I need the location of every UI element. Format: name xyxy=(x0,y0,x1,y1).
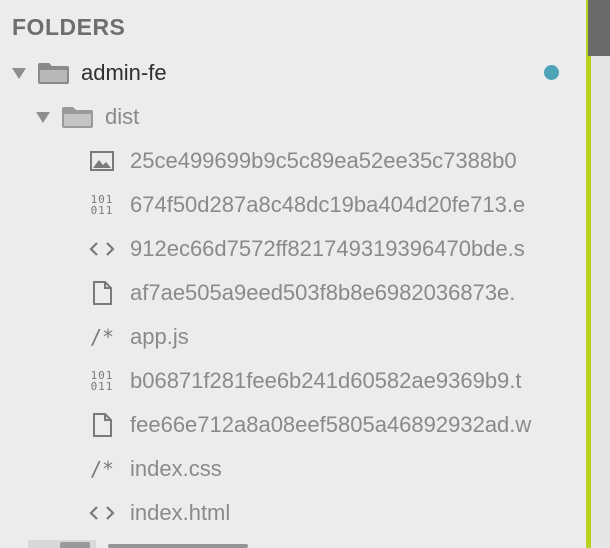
file-row[interactable]: 101 011 674f50d287a8c48dc19ba404d20fe713.… xyxy=(0,183,586,227)
scrollbar-track[interactable] xyxy=(591,0,610,548)
file-name: index.html xyxy=(130,500,231,525)
file-name: 25ce499699b9c5c89ea52ee35c7388b0 xyxy=(130,148,517,173)
file-row[interactable]: 912ec66d7572ff821749319396470bde.s xyxy=(0,227,586,271)
expand-arrow-icon[interactable] xyxy=(36,111,50,123)
binary-icon: 101 011 xyxy=(90,369,114,393)
image-icon xyxy=(88,151,116,171)
file-name: 912ec66d7572ff821749319396470bde.s xyxy=(130,236,525,261)
scrollbar-thumb[interactable] xyxy=(588,0,610,56)
folder-icon xyxy=(62,107,93,128)
file-name: index.css xyxy=(130,456,222,481)
file-name: af7ae505a9eed503f8b8e6982036873e. xyxy=(130,280,516,305)
file-row[interactable]: af7ae505a9eed503f8b8e6982036873e. xyxy=(0,271,586,315)
file-icon xyxy=(88,413,116,437)
expand-arrow-icon[interactable] xyxy=(12,67,26,79)
code-icon xyxy=(88,505,116,521)
file-name: 674f50d287a8c48dc19ba404d20fe713.e xyxy=(130,192,526,217)
partial-row-text xyxy=(108,544,248,548)
file-name: fee66e712a8a08eef5805a46892932ad.w xyxy=(130,412,532,437)
file-name: app.js xyxy=(130,324,189,349)
partial-folder-icon xyxy=(60,542,90,548)
folders-header: FOLDERS xyxy=(12,14,126,40)
folder-icon xyxy=(38,63,69,84)
file-row[interactable]: fee66e712a8a08eef5805a46892932ad.w xyxy=(0,403,586,447)
file-name: b06871f281fee6b241d60582ae9369b9.t xyxy=(130,368,522,393)
comment-icon: /* xyxy=(89,325,115,349)
modified-indicator xyxy=(544,65,559,80)
file-icon xyxy=(88,281,116,305)
binary-icon: 101 011 xyxy=(90,193,114,217)
file-row[interactable]: 101 011 b06871f281fee6b241d60582ae9369b9.… xyxy=(0,359,586,403)
folder-name: admin-fe xyxy=(81,60,167,85)
file-row[interactable]: index.html xyxy=(0,491,586,535)
file-row[interactable]: /* app.js xyxy=(0,315,586,359)
folder-row-admin-fe[interactable]: admin-fe xyxy=(0,51,586,95)
file-row[interactable]: 25ce499699b9c5c89ea52ee35c7388b0 xyxy=(0,139,586,183)
folder-row-dist[interactable]: dist xyxy=(0,95,586,139)
comment-icon: /* xyxy=(89,457,115,481)
folder-name: dist xyxy=(105,104,140,129)
file-row[interactable]: /* index.css xyxy=(0,447,586,491)
folders-sidebar: FOLDERS admin-fe dist 25ce499699b9c5c89e… xyxy=(0,0,586,548)
code-icon xyxy=(88,241,116,257)
